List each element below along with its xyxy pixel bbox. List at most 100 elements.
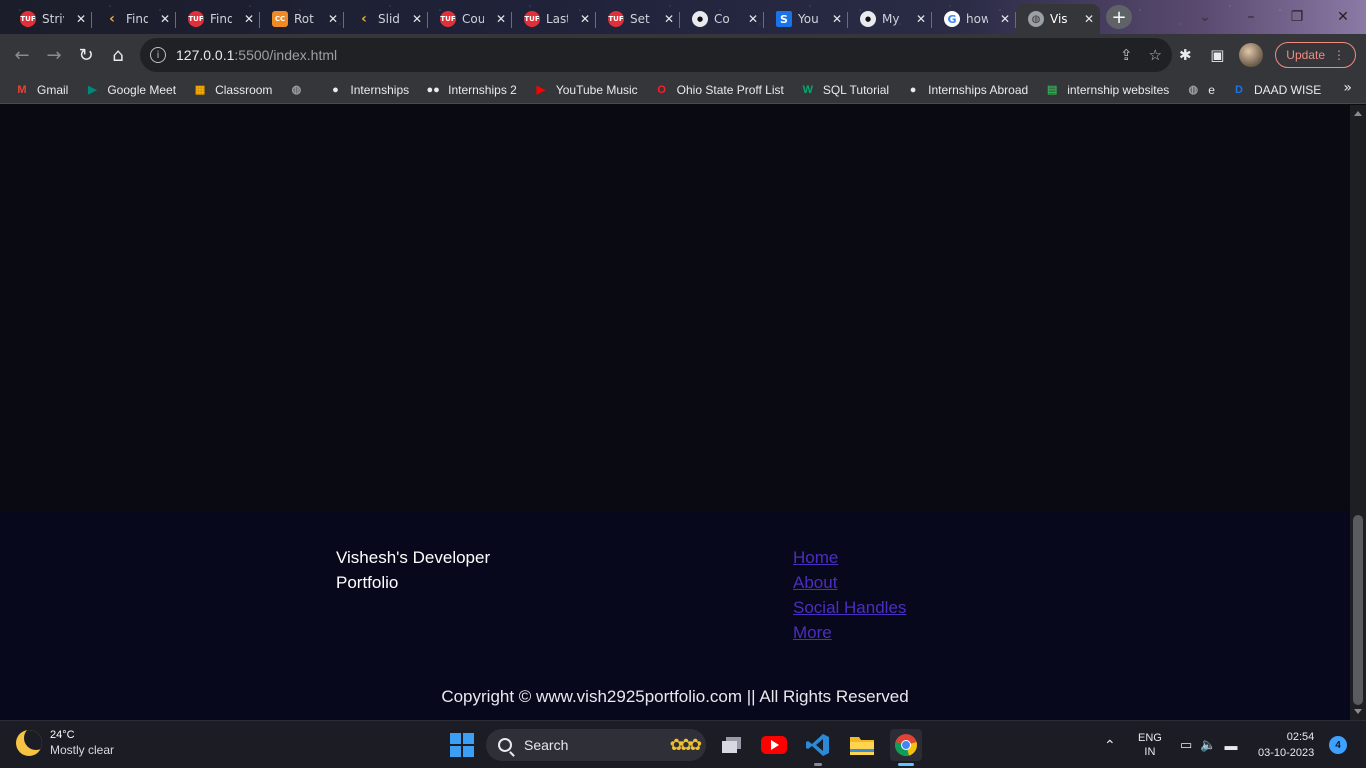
- browser-tab[interactable]: ● My ✕: [848, 4, 932, 34]
- scroll-up-icon[interactable]: [1354, 111, 1362, 116]
- tab-title: You: [798, 12, 819, 26]
- footer-link-home[interactable]: Home: [793, 545, 906, 570]
- bookmark-label: Google Meet: [107, 82, 177, 97]
- system-tray[interactable]: ▭ 🔈 ▬: [1180, 721, 1237, 768]
- bookmark-item[interactable]: ◍: [288, 82, 311, 98]
- new-tab-button[interactable]: +: [1106, 5, 1132, 29]
- profile-avatar[interactable]: [1239, 43, 1264, 67]
- browser-tab[interactable]: Ghow ✕: [932, 4, 1016, 34]
- minimize-button[interactable]: –: [1228, 0, 1274, 34]
- clock[interactable]: 02:54 03-10-2023: [1258, 721, 1314, 768]
- language-indicator[interactable]: ENG IN: [1138, 721, 1162, 768]
- opera-icon: O: [657, 83, 666, 96]
- forward-button[interactable]: →: [38, 39, 70, 71]
- browser-tab[interactable]: ‹ Find ✕: [92, 4, 176, 34]
- browser-tab[interactable]: CC Rot ✕: [260, 4, 344, 34]
- bookmark-item[interactable]: ▦ Classroom: [192, 82, 273, 98]
- notification-center[interactable]: 4: [1329, 721, 1347, 768]
- start-button[interactable]: [450, 733, 474, 757]
- s-icon: S: [776, 11, 792, 27]
- tab-close-icon[interactable]: ✕: [328, 12, 338, 26]
- tab-close-icon[interactable]: ✕: [1000, 12, 1010, 26]
- bookmark-item[interactable]: ▶ Google Meet: [84, 82, 176, 98]
- tab-close-icon[interactable]: ✕: [412, 12, 422, 26]
- bookmark-item[interactable]: D DAAD WISE: [1231, 82, 1321, 98]
- tab-close-icon[interactable]: ✕: [580, 12, 590, 26]
- tab-close-icon[interactable]: ✕: [244, 12, 254, 26]
- bookmark-label: Internships: [350, 82, 410, 97]
- bookmark-item[interactable]: W SQL Tutorial: [800, 82, 889, 98]
- browser-tab[interactable]: S You ✕: [764, 4, 848, 34]
- file-explorer-icon[interactable]: [846, 729, 878, 761]
- bookmark-label: Internships 2: [448, 82, 517, 97]
- chrome-icon[interactable]: [890, 729, 922, 766]
- reload-button[interactable]: ↻: [70, 39, 102, 71]
- browser-tab[interactable]: TUF Cou ✕: [428, 4, 512, 34]
- footer-link-more[interactable]: More: [793, 620, 906, 645]
- browser-tab[interactable]: TUF Set ✕: [596, 4, 680, 34]
- tab-close-icon[interactable]: ✕: [76, 12, 86, 26]
- bookmark-label: internship websites: [1067, 82, 1170, 97]
- tab-close-icon[interactable]: ✕: [1084, 12, 1094, 26]
- scroll-down-icon[interactable]: [1354, 709, 1362, 714]
- bookmark-item[interactable]: ●● Internships 2: [425, 82, 517, 98]
- d-icon: D: [1234, 83, 1243, 96]
- tab-title: how: [966, 12, 988, 26]
- tuf-icon: TUF: [524, 11, 540, 27]
- url-path: :5500/index.html: [234, 47, 338, 63]
- cc-icon: CC: [272, 11, 288, 27]
- browser-tab[interactable]: ‹ Slid ✕: [344, 4, 428, 34]
- gmail-icon: M: [17, 83, 27, 96]
- tab-close-icon[interactable]: ✕: [916, 12, 926, 26]
- tab-close-icon[interactable]: ✕: [748, 12, 758, 26]
- footer-link-social-handles[interactable]: Social Handles: [793, 595, 906, 620]
- home-button[interactable]: ⌂: [102, 39, 134, 71]
- back-button[interactable]: ←: [6, 39, 38, 71]
- side-panel-icon[interactable]: ▣: [1207, 46, 1227, 64]
- address-bar[interactable]: i 127.0.0.1:5500/index.html ⇪ ☆: [140, 38, 1172, 72]
- taskbar-search[interactable]: Search ✿✿✿: [486, 729, 706, 761]
- task-view-icon[interactable]: [716, 729, 748, 761]
- bookmark-item[interactable]: ▤ internship websites: [1044, 82, 1169, 98]
- browser-tab[interactable]: TUF Striver ✕: [8, 4, 92, 34]
- footer-link-about[interactable]: About: [793, 570, 906, 595]
- tab-close-icon[interactable]: ✕: [496, 12, 506, 26]
- browser-tab[interactable]: TUF Last ✕: [512, 4, 596, 34]
- browser-tab[interactable]: TUF Find ✕: [176, 4, 260, 34]
- restore-button[interactable]: ❐: [1274, 0, 1320, 34]
- vscode-icon[interactable]: [802, 729, 834, 766]
- tab-close-icon[interactable]: ✕: [664, 12, 674, 26]
- tab-title: My: [882, 12, 900, 26]
- update-button[interactable]: Update ⋮: [1275, 42, 1356, 68]
- bookmark-label: e: [1208, 82, 1215, 97]
- weather-widget[interactable]: 24°C Mostly clear: [16, 728, 114, 758]
- page-scrollbar[interactable]: [1350, 105, 1366, 720]
- share-icon[interactable]: ⇪: [1120, 46, 1133, 64]
- clock-date: 03-10-2023: [1258, 747, 1315, 759]
- show-hidden-icons[interactable]: ⌃: [1104, 721, 1116, 768]
- scroll-thumb[interactable]: [1353, 515, 1363, 705]
- moon-icon: [16, 730, 42, 756]
- meet-icon: ▶: [88, 84, 97, 96]
- bookmark-item[interactable]: ◍ e: [1185, 82, 1215, 98]
- url-text[interactable]: 127.0.0.1:5500/index.html: [176, 47, 337, 63]
- bookmarks-overflow-icon[interactable]: »: [1343, 80, 1352, 96]
- bookmark-item[interactable]: M Gmail: [14, 82, 68, 98]
- site-info-icon[interactable]: i: [150, 47, 166, 63]
- tab-close-icon[interactable]: ✕: [832, 12, 842, 26]
- bookmark-item[interactable]: ● Internships: [327, 82, 409, 98]
- bookmark-item[interactable]: O Ohio State Proff List: [654, 82, 783, 98]
- browser-tab[interactable]: ● Co ✕: [680, 4, 764, 34]
- tab-close-icon[interactable]: ✕: [160, 12, 170, 26]
- bookmark-label: Internships Abroad: [928, 82, 1029, 97]
- extensions-icon[interactable]: ✱: [1175, 46, 1195, 64]
- tab-title: Find: [210, 12, 232, 26]
- tab-search-icon[interactable]: ⌄: [1182, 0, 1228, 34]
- bookmark-star-icon[interactable]: ☆: [1149, 46, 1162, 64]
- close-window-button[interactable]: ✕: [1320, 0, 1366, 34]
- browser-tab[interactable]: ◍ Vis ✕: [1016, 4, 1100, 34]
- bookmark-item[interactable]: ▶ YouTube Music: [533, 82, 638, 98]
- youtube-app-icon[interactable]: [758, 729, 790, 761]
- search-label: Search: [524, 737, 569, 753]
- bookmark-item[interactable]: ● Internships Abroad: [905, 82, 1028, 98]
